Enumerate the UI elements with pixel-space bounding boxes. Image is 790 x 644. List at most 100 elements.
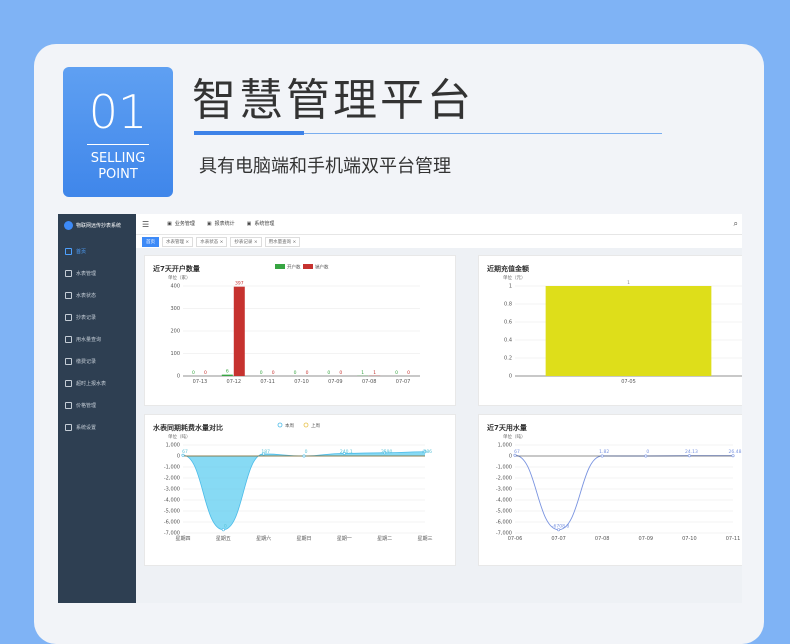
legend-marker [278,423,282,427]
data-label: 0 [305,449,308,455]
x-tick-label: 07-10 [294,379,309,385]
sidebar-menu: 首页水表管理水表状态抄表记录用水量查询缴费记录超时上报水表价格管理系统设置 [58,240,136,438]
x-tick-label: 07-09 [328,379,343,385]
bar-chart-recharge: 00.20.40.60.81107-05 [479,256,742,405]
y-tick-label: 0 [177,374,180,380]
data-label: 0 [395,370,398,376]
y-tick-label: 0 [177,454,180,460]
badge-label-1: SELLING [63,151,173,167]
sidebar-item[interactable]: 价格管理 [58,394,136,416]
data-label: 0 [327,370,330,376]
x-tick-label: 07-07 [396,379,411,385]
sidebar-item-label: 首页 [76,248,86,255]
top-tabs: ▣业务管理▣报表统计▣系统管理 [161,214,280,235]
data-label: /386 [422,449,432,455]
x-tick-label: 07-12 [227,379,242,385]
data-label: 1 [373,370,376,376]
tab-icon: ▣ [167,221,172,227]
y-tick-label: 200 [170,329,180,335]
bar-chart-accounts: 010020030040007-130007-12639707-110007-1… [145,256,455,405]
y-tick-label: -2,000 [164,476,180,482]
data-label: 397 [235,281,244,287]
y-tick-label: 0 [509,454,512,460]
sidebar-item[interactable]: 缴费记录 [58,350,136,372]
data-label: 0 [646,449,649,455]
sidebar-item[interactable]: 用水量查询 [58,328,136,350]
y-tick-label: 0 [509,374,512,380]
y-tick-label: -6,000 [496,520,512,526]
data-label: 0 [260,370,263,376]
x-tick-label: 07-08 [362,379,377,385]
sidebar-item[interactable]: 抄表记录 [58,306,136,328]
clock-icon [65,380,72,387]
chart-panel-accounts: 近7天开户数量 单位（家） 010020030040007-130007-126… [144,255,456,406]
y-tick-label: -6,000 [164,520,180,526]
x-tick-label: 07-05 [621,379,636,385]
legend-swatch [303,264,313,269]
sidebar-item[interactable]: 水表管理 [58,262,136,284]
data-point [601,455,603,457]
data-label: 67 [182,449,188,455]
sidebar-item-label: 超时上报水表 [76,380,106,387]
x-tick-label: 星期二 [377,536,392,542]
x-tick-label: 星期五 [216,536,231,542]
y-tick-label: 300 [170,306,180,312]
y-tick-label: -5,000 [496,509,512,515]
settings-icon [65,424,72,431]
sidebar-item-label: 系统设置 [76,424,96,431]
app-brand: 物联网远传抄表系统 [58,214,136,236]
legend-label: 本周 [285,422,294,429]
x-tick-label: 07-13 [193,379,208,385]
sidebar-item[interactable]: 系统设置 [58,416,136,438]
menu-toggle-icon[interactable]: ☰ [142,220,149,229]
y-tick-label: -4,000 [164,498,180,504]
y-tick-label: -1,000 [164,465,180,471]
tag-item[interactable]: 水表管理 × [162,237,193,247]
y-tick-label: -1,000 [496,465,512,471]
sidebar: 物联网远传抄表系统 首页水表管理水表状态抄表记录用水量查询缴费记录超时上报水表价… [58,214,136,603]
sidebar-item-label: 价格管理 [76,402,96,409]
sidebar-item-label: 抄表记录 [76,314,96,321]
selling-point-badge: 01 SELLING POINT [63,67,173,197]
data-label: 67 [514,449,520,455]
data-label: 240.1 [340,449,353,455]
y-tick-label: 1,000 [498,443,512,449]
x-tick-label: 07-11 [260,379,275,385]
top-tab[interactable]: ▣报表统计 [201,214,241,234]
app-brand-name: 物联网远传抄表系统 [76,222,121,229]
y-tick-label: 1,000 [166,443,180,449]
top-tab[interactable]: ▣业务管理 [161,214,201,235]
tag-item[interactable]: 水表状态 × [196,237,227,247]
page-title: 智慧管理平台 [192,64,474,128]
bar [222,375,233,376]
data-label: -6708.8 [552,524,570,530]
record-icon [65,314,72,321]
tab-icon: ▣ [247,221,252,227]
tag-item[interactable]: 首页 [142,237,159,247]
data-label: 0 [407,370,410,376]
legend-label: 销户数 [315,264,329,271]
data-label: 1 [361,370,364,376]
search-icon[interactable]: ⌕ [734,219,738,229]
x-tick-label: 星期六 [256,535,271,542]
legend-label: 开户数 [287,264,301,271]
sidebar-item-label: 水表管理 [76,270,96,277]
data-label: 187 [261,449,270,455]
data-label: 0 [224,524,227,530]
top-tab[interactable]: ▣系统管理 [241,214,281,234]
line-chart-water: 1,0000-1,000-2,000-3,000-4,000-5,000-6,0… [479,415,742,565]
badge-number: 01 [63,89,173,135]
status-icon [65,292,72,299]
sidebar-item[interactable]: 水表状态 [58,284,136,306]
data-label: 6 [226,369,229,375]
tag-item[interactable]: 抄表记录 × [230,237,261,247]
data-label: 0 [272,370,275,376]
x-tick-label: 07-07 [551,536,566,542]
data-label: 1 [627,280,630,286]
sidebar-item[interactable]: 超时上报水表 [58,372,136,394]
x-tick-label: 07-08 [595,536,610,542]
y-tick-label: 0.6 [504,320,512,326]
sidebar-item[interactable]: 首页 [58,240,136,262]
tag-item[interactable]: 用水量查询 × [265,237,301,247]
x-tick-label: 星期一 [337,536,352,542]
